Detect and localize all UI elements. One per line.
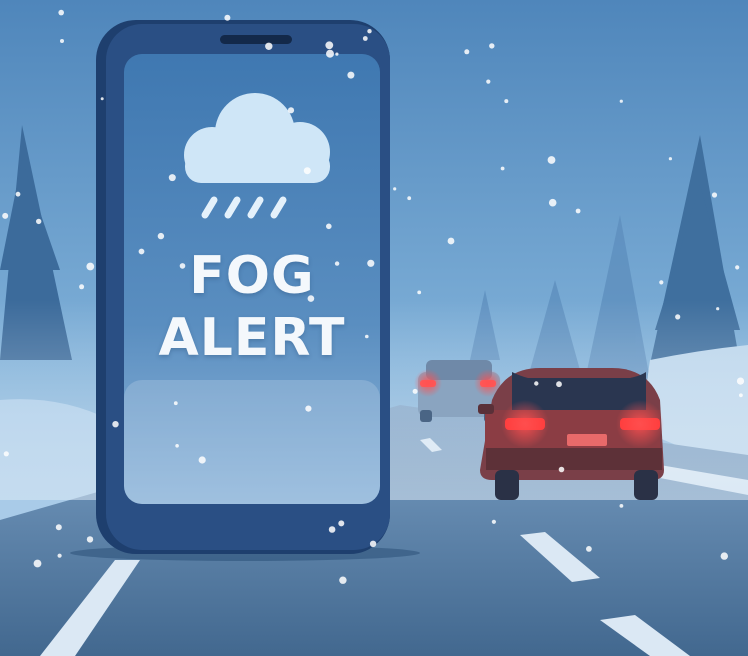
snowflake xyxy=(305,405,312,412)
snowflake xyxy=(534,381,539,386)
alert-title-line2: ALERT xyxy=(158,308,346,368)
snowflake xyxy=(33,559,42,568)
snowflake xyxy=(739,393,743,398)
snowflake xyxy=(326,223,332,230)
snowflake xyxy=(393,187,397,191)
snowflake xyxy=(57,553,62,558)
fog-alert-scene: FOG ALERT xyxy=(0,0,748,656)
snowflake xyxy=(175,444,179,448)
snowflake xyxy=(369,540,377,547)
snowflake xyxy=(224,14,231,21)
snowflake xyxy=(504,99,509,104)
snowflake xyxy=(36,218,42,225)
snowflake xyxy=(668,157,673,161)
snowflake xyxy=(548,198,557,207)
snowflake xyxy=(265,42,273,50)
snowflake xyxy=(659,280,664,285)
snowflake xyxy=(3,451,9,457)
snowflake xyxy=(112,421,119,428)
snowflake xyxy=(86,262,95,271)
snowflake xyxy=(347,71,355,79)
snowflake xyxy=(716,307,720,311)
snowflake xyxy=(491,519,496,524)
snowflake xyxy=(711,192,718,198)
snowflake xyxy=(15,191,21,197)
snowflake xyxy=(367,29,372,34)
snowflake xyxy=(2,212,9,219)
snowflake xyxy=(325,41,334,50)
snowflake xyxy=(173,401,178,406)
snowflake xyxy=(464,49,470,55)
snowflake xyxy=(675,314,681,320)
snowflake xyxy=(362,36,368,41)
snowflake xyxy=(198,456,206,464)
snowflake xyxy=(586,546,592,552)
snowflake xyxy=(326,49,334,58)
snowflake xyxy=(60,39,64,43)
snowflake xyxy=(575,208,581,214)
snowflake xyxy=(168,174,176,182)
snowflake xyxy=(58,9,64,16)
snowflake xyxy=(547,156,556,164)
snowflake xyxy=(412,388,418,394)
snowflake xyxy=(328,526,336,533)
snowflake xyxy=(486,79,491,84)
snowflake xyxy=(157,232,165,240)
snowflake xyxy=(86,536,94,543)
snowflake xyxy=(287,107,295,114)
snowflake xyxy=(500,166,505,171)
snowflake xyxy=(335,52,339,56)
snowflake xyxy=(735,265,740,270)
snowflake xyxy=(100,97,104,101)
snowflake xyxy=(558,466,565,473)
snowflake xyxy=(79,284,85,290)
snowflake xyxy=(417,290,422,295)
snowflake xyxy=(339,576,347,584)
snowflake xyxy=(720,552,728,560)
snowflake xyxy=(556,381,562,388)
snowflake xyxy=(303,167,311,175)
snowflake xyxy=(407,196,412,201)
snowflake xyxy=(619,504,624,508)
snowflake xyxy=(619,99,623,103)
snowflake xyxy=(338,520,345,527)
snowflake xyxy=(489,43,495,49)
alert-title-line1: FOG xyxy=(189,246,315,306)
snowflake xyxy=(55,524,62,531)
snowflake xyxy=(736,377,745,385)
snowflake xyxy=(447,237,455,245)
